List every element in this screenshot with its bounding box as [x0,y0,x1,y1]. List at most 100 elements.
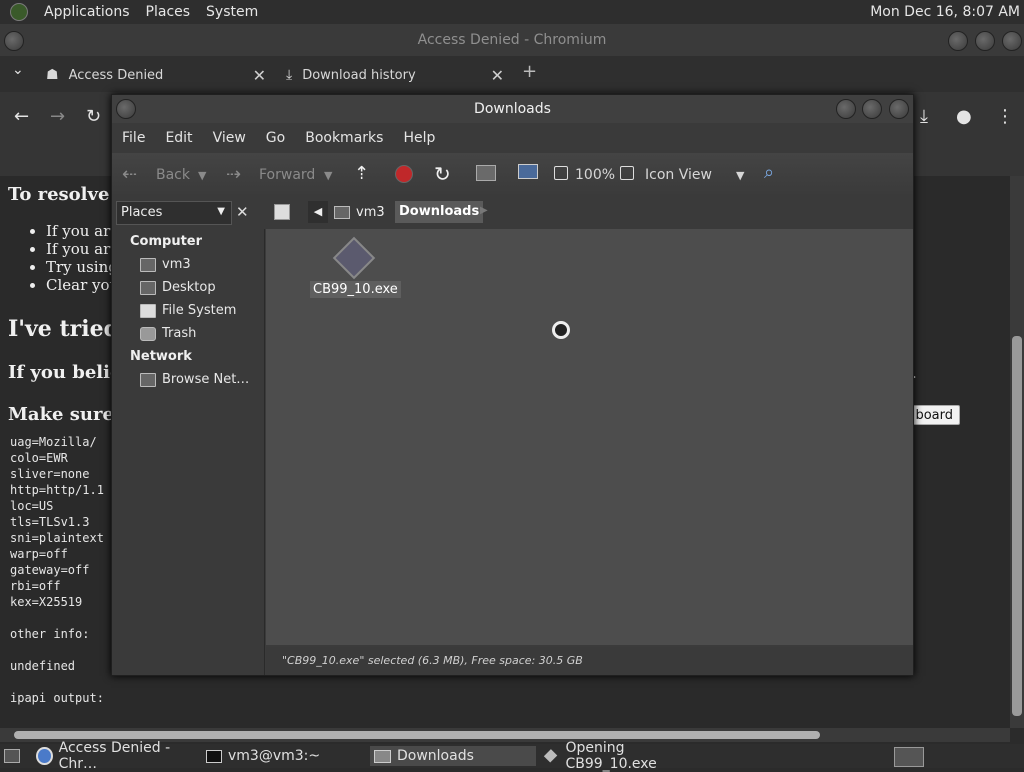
minimize-button[interactable] [836,99,856,119]
folder-icon [374,749,391,763]
places-sidebar: Computer vm3 Desktop File System Trash N… [112,229,265,675]
maximize-button[interactable] [975,31,995,51]
zoom-out-icon[interactable] [554,166,568,180]
path-segment-vm3[interactable]: vm3 [334,201,385,223]
menu-bookmarks[interactable]: Bookmarks [295,130,393,146]
clock[interactable]: Mon Dec 16, 8:07 AM [870,4,1020,20]
list-item: If you are [46,240,119,258]
zoom-in-icon[interactable] [620,166,634,180]
file-manager-titlebar[interactable]: Downloads [112,95,913,123]
resolve-list: If you are If you are Try using Clear yo… [28,222,119,294]
close-window-button[interactable] [1002,31,1022,51]
minimize-button[interactable] [948,31,968,51]
close-window-button[interactable] [889,99,909,119]
taskbar: Access Denied - Chr… vm3@vm3:~ Downloads… [0,740,1024,772]
close-tab-icon[interactable]: ✕ [491,66,504,85]
places-menu[interactable]: Places [138,4,199,20]
sidebar-item-file-system[interactable]: File System [140,303,236,318]
status-text: "CB99_10.exe" selected (6.3 MB), Free sp… [282,654,583,667]
executable-file-icon [332,236,376,280]
forward-arrow-icon[interactable]: ⇢ [226,164,241,185]
view-mode-select[interactable]: Icon View [645,167,712,183]
tab-access-denied[interactable]: ☗ Access Denied ✕ [46,60,266,90]
menu-view[interactable]: View [203,130,256,146]
home-folder-icon[interactable] [476,165,496,181]
menu-go[interactable]: Go [256,130,295,146]
search-icon[interactable]: ⌕ [764,162,774,183]
reload-icon[interactable]: ↻ [434,162,451,186]
network-icon [140,372,156,387]
busy-cursor-icon [552,321,570,339]
terminal-icon [206,749,222,763]
task-downloads[interactable]: Downloads [370,746,536,766]
file-item[interactable]: CB99_10.exe [310,236,401,303]
new-tab-icon[interactable]: + [522,61,537,82]
network-heading: Network [130,349,192,364]
drive-icon [140,303,156,318]
close-sidebar-icon[interactable]: ✕ [236,203,249,221]
chromium-titlebar: Access Denied - Chromium [0,24,1024,56]
stop-icon[interactable] [395,165,413,183]
task-chromium[interactable]: Access Denied - Chr… [36,740,198,772]
copy-to-clipboard-button[interactable]: board [906,405,960,425]
tab-label: Download history [302,67,416,83]
computer-heading: Computer [130,234,203,249]
forward-dropdown-icon[interactable]: ▼ [324,169,332,182]
applications-menu[interactable]: Applications [36,4,138,20]
maximize-button[interactable] [862,99,882,119]
downloads-icon[interactable]: ⤓ [920,106,928,127]
menu-file[interactable]: File [112,130,155,146]
file-name-label: CB99_10.exe [310,281,401,298]
task-opening-file[interactable]: Opening CB99_10.exe [542,740,712,772]
vertical-scrollbar[interactable] [1010,176,1024,728]
sidebar-selector[interactable]: Places ▼ [116,201,232,225]
zoom-level[interactable]: 100% [575,167,615,183]
download-icon: ⤓ [286,67,293,83]
back-arrow-icon[interactable]: ⇠ [122,164,137,185]
chromium-window-title: Access Denied - Chromium [417,32,607,48]
back-arrow-icon[interactable]: ← [14,106,29,127]
path-left-arrow-icon[interactable]: ◀ [308,201,328,223]
back-button[interactable]: Back [156,167,190,183]
status-bar: "CB99_10.exe" selected (6.3 MB), Free sp… [266,647,913,675]
chromium-icon [36,747,53,765]
show-desktop-icon[interactable] [4,749,20,763]
menu-help[interactable]: Help [393,130,445,146]
forward-arrow-icon[interactable]: → [50,106,65,127]
desktop-folder-icon [140,280,156,295]
path-bar: Places ▼ ✕ ◀ vm3 Downloads ▶ [112,197,913,229]
list-item: Try using [46,258,119,276]
sidebar-item-desktop[interactable]: Desktop [140,280,216,295]
tab-search-chevron-icon[interactable]: ⌄ [12,62,24,78]
forward-button[interactable]: Forward [259,167,315,183]
path-right-arrow-icon[interactable]: ▶ [480,205,488,216]
view-mode-dropdown-icon[interactable]: ▼ [736,169,744,182]
distro-logo-icon[interactable] [10,3,28,21]
tab-label: Access Denied [68,67,164,83]
tab-download-history[interactable]: ⤓ Download history ✕ [286,60,504,90]
file-manager-window: Downloads File Edit View Go Bookmarks He… [111,94,914,676]
system-menu[interactable]: System [198,4,266,20]
workspace-switcher[interactable] [894,747,924,767]
file-icon-view[interactable]: CB99_10.exe [266,229,913,645]
close-tab-icon[interactable]: ✕ [253,66,266,85]
sidebar-item-browse-network[interactable]: Browse Net… [140,372,249,387]
file-manager-menubar: File Edit View Go Bookmarks Help [112,123,913,153]
file-manager-title: Downloads [474,101,551,117]
task-terminal[interactable]: vm3@vm3:~ [206,746,366,766]
kebab-menu-icon[interactable]: ⋮ [996,106,1014,127]
profile-icon[interactable]: ● [956,106,972,127]
computer-icon[interactable] [518,164,538,179]
robot-icon: ☗ [46,67,59,83]
package-icon [543,749,558,763]
menu-edit[interactable]: Edit [155,130,202,146]
location-toggle-icon[interactable] [274,204,290,220]
home-folder-icon [140,257,156,272]
back-dropdown-icon[interactable]: ▼ [198,169,206,182]
sidebar-item-trash[interactable]: Trash [140,326,196,341]
up-arrow-icon[interactable]: ⇡ [354,163,369,184]
sidebar-item-vm3[interactable]: vm3 [140,257,191,272]
list-item: If you are [46,222,119,240]
path-segment-downloads[interactable]: Downloads [395,201,484,223]
reload-icon[interactable]: ↻ [86,106,101,127]
